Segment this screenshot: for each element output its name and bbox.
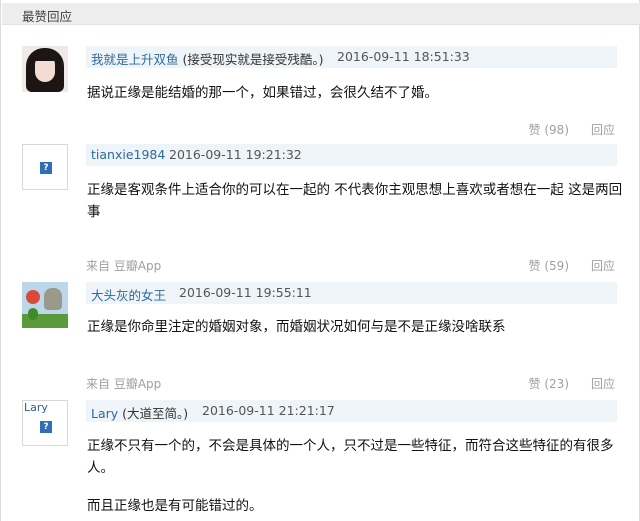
avatar-bangs-shape	[33, 52, 57, 61]
user-avatar[interactable]	[22, 282, 68, 328]
comment-text: 正缘是你命里注定的婚姻对象，而婚姻状况如何与是不是正缘没啥联系	[87, 316, 627, 338]
section-title: 最赞回应	[22, 9, 73, 24]
avatar-label: Lary	[24, 401, 48, 414]
comment-line: 人。	[87, 460, 114, 476]
comment-line: 而且正缘也是有可能错过的。	[87, 498, 263, 514]
comment-line: 据说正缘是能结婚的那一个，如果错过，会很久结不了婚。	[87, 85, 438, 101]
comment-text: 正缘是客观条件上适合你的可以在一起的 不代表你主观思想上喜欢或者想在一起 这是两…	[87, 179, 627, 223]
avatar-leaf-shape	[28, 308, 38, 320]
comment-line: 正缘是客观条件上适合你的可以在一起的 不代表你主观思想上喜欢或者想在一起 这是两…	[87, 182, 623, 198]
reply-button[interactable]: 回应	[591, 375, 615, 392]
reply-button[interactable]: 回应	[591, 121, 615, 138]
comment-meta: Lary (大道至简。) 2016-09-11 21:21:17	[86, 400, 617, 422]
comment-meta: tianxie1984 2016-09-11 19:21:32	[86, 144, 617, 166]
section-header: 最赞回应	[2, 3, 640, 25]
like-button[interactable]: 赞 (98)	[529, 121, 569, 138]
like-button[interactable]: 赞 (59)	[529, 257, 569, 274]
comment-source: 来自 豆瓣App	[86, 259, 162, 273]
reply-button[interactable]: 回应	[591, 257, 615, 274]
author-name[interactable]: tianxie1984	[91, 147, 165, 162]
question-mark-icon: ?	[40, 421, 52, 433]
comment-text: 正缘不只有一个的，不会是具体的一个人，只不过是一些特征，而符合这些特征的有很多 …	[87, 435, 627, 517]
avatar-flower-shape	[26, 290, 40, 304]
comment-meta: 大头灰的女王 2016-09-11 19:55:11	[86, 282, 617, 304]
comment-actions: 赞 (98) 回应	[86, 121, 617, 139]
comment-line: 事	[87, 204, 101, 220]
comments-panel: 最赞回应 我就是上升双鱼 (接受现实就是接受残酷。) 2016-09-11 18…	[0, 0, 640, 521]
like-button[interactable]: 赞 (23)	[529, 375, 569, 392]
user-avatar[interactable]	[22, 46, 68, 92]
author-link[interactable]: 我就是上升双鱼 (接受现实就是接受残酷。)	[91, 49, 324, 68]
comment-meta: 我就是上升双鱼 (接受现实就是接受残酷。) 2016-09-11 18:51:3…	[86, 46, 617, 68]
user-avatar[interactable]: ?	[22, 144, 68, 190]
author-link[interactable]: Lary (大道至简。)	[91, 403, 188, 422]
comment-time: 2016-09-11 21:21:17	[202, 403, 335, 418]
comment-actions: 来自 豆瓣App 赞 (23) 回应	[86, 375, 617, 393]
author-name[interactable]: Lary	[91, 406, 118, 421]
comment-line: 正缘是你命里注定的婚姻对象，而婚姻状况如何与是不是正缘没啥联系	[87, 319, 506, 335]
avatar-figure-shape	[44, 288, 62, 310]
comment-text: 据说正缘是能结婚的那一个，如果错过，会很久结不了婚。	[87, 82, 627, 104]
comment-time: 2016-09-11 18:51:33	[337, 49, 470, 64]
author-name[interactable]: 大头灰的女王	[91, 288, 166, 303]
comment-source: 来自 豆瓣App	[86, 377, 162, 391]
question-mark-icon: ?	[40, 162, 52, 174]
comment-actions: 来自 豆瓣App 赞 (59) 回应	[86, 257, 617, 275]
comment-line: 正缘不只有一个的，不会是具体的一个人，只不过是一些特征，而符合这些特征的有很多	[87, 438, 614, 454]
comment-time: 2016-09-11 19:55:11	[179, 285, 312, 300]
author-link[interactable]: tianxie1984	[91, 147, 165, 162]
author-signature: (大道至简。)	[122, 406, 189, 421]
author-signature: (接受现实就是接受残酷。)	[182, 52, 324, 67]
user-avatar[interactable]: Lary ?	[22, 400, 68, 446]
author-link[interactable]: 大头灰的女王	[91, 285, 166, 304]
comment-time: 2016-09-11 19:21:32	[169, 147, 302, 162]
author-name[interactable]: 我就是上升双鱼	[91, 52, 179, 67]
